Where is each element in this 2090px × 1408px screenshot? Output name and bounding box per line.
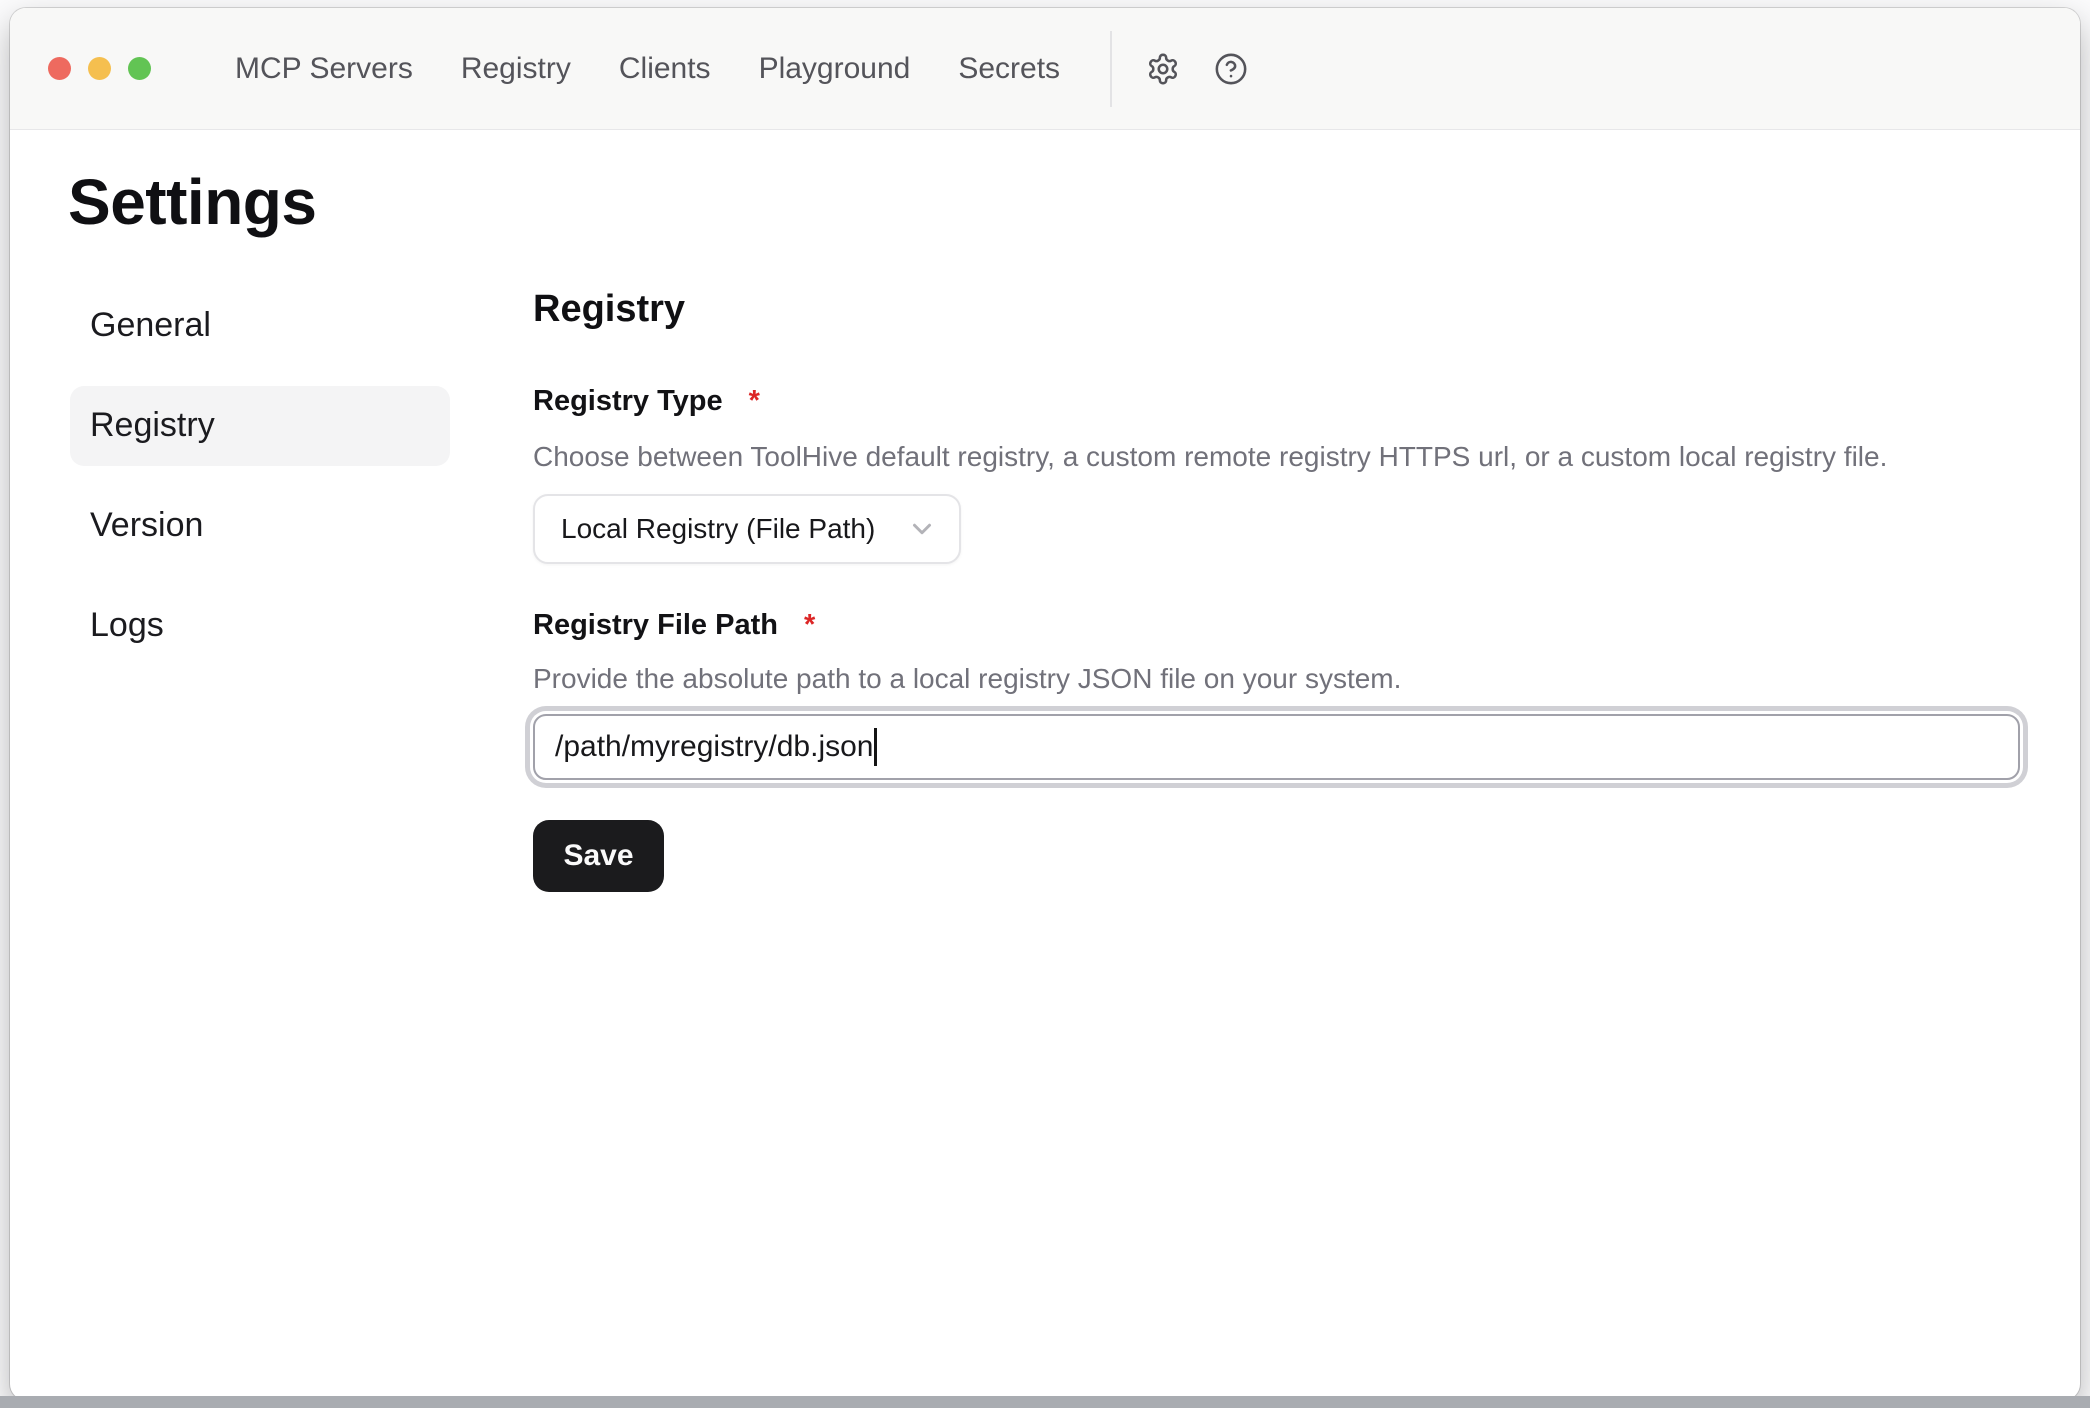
file-path-input-value: /path/myregistry/db.json <box>555 730 873 764</box>
window-controls <box>48 57 151 80</box>
required-asterisk: * <box>804 608 815 642</box>
app-window: MCP Servers Registry Clients Playground … <box>10 8 2080 1400</box>
nav-item-clients[interactable]: Clients <box>619 54 711 84</box>
desktop-background-strip <box>0 1396 2090 1408</box>
registry-type-select[interactable]: Local Registry (File Path) <box>533 494 961 564</box>
registry-type-label: Registry Type <box>533 384 723 418</box>
registry-type-description: Choose between ToolHive default registry… <box>533 438 2020 476</box>
section-heading: Registry <box>533 286 2020 332</box>
help-circle-icon[interactable] <box>1214 52 1248 86</box>
file-path-description: Provide the absolute path to a local reg… <box>533 660 2020 698</box>
nav-item-mcp-servers[interactable]: MCP Servers <box>235 54 413 84</box>
settings-page: Settings General Registry Version Logs R… <box>10 130 2080 1400</box>
settings-gear-icon[interactable] <box>1146 52 1180 86</box>
main-nav: MCP Servers Registry Clients Playground … <box>235 54 1060 84</box>
registry-settings-panel: Registry Registry Type * Choose between … <box>533 286 2020 892</box>
nav-item-secrets[interactable]: Secrets <box>958 54 1060 84</box>
text-cursor <box>874 728 877 766</box>
registry-type-selected-value: Local Registry (File Path) <box>561 513 875 545</box>
file-path-input[interactable]: /path/myregistry/db.json <box>533 714 2020 780</box>
minimize-window-button[interactable] <box>88 57 111 80</box>
titlebar-icons <box>1146 52 1248 86</box>
chevron-down-icon <box>907 514 937 544</box>
titlebar: MCP Servers Registry Clients Playground … <box>10 8 2080 130</box>
sidebar-item-general[interactable]: General <box>70 286 450 366</box>
nav-item-playground[interactable]: Playground <box>759 54 911 84</box>
registry-type-label-row: Registry Type * <box>533 384 2020 418</box>
save-button[interactable]: Save <box>533 820 664 892</box>
file-path-label-row: Registry File Path * <box>533 608 2020 642</box>
sidebar-item-version[interactable]: Version <box>70 486 450 566</box>
settings-sidebar: General Registry Version Logs <box>70 286 450 892</box>
close-window-button[interactable] <box>48 57 71 80</box>
nav-item-registry[interactable]: Registry <box>461 54 571 84</box>
sidebar-item-logs[interactable]: Logs <box>70 586 450 666</box>
required-asterisk: * <box>749 384 760 418</box>
file-path-label: Registry File Path <box>533 608 778 642</box>
zoom-window-button[interactable] <box>128 57 151 80</box>
titlebar-divider <box>1110 31 1112 107</box>
page-title: Settings <box>68 166 2020 240</box>
sidebar-item-registry[interactable]: Registry <box>70 386 450 466</box>
